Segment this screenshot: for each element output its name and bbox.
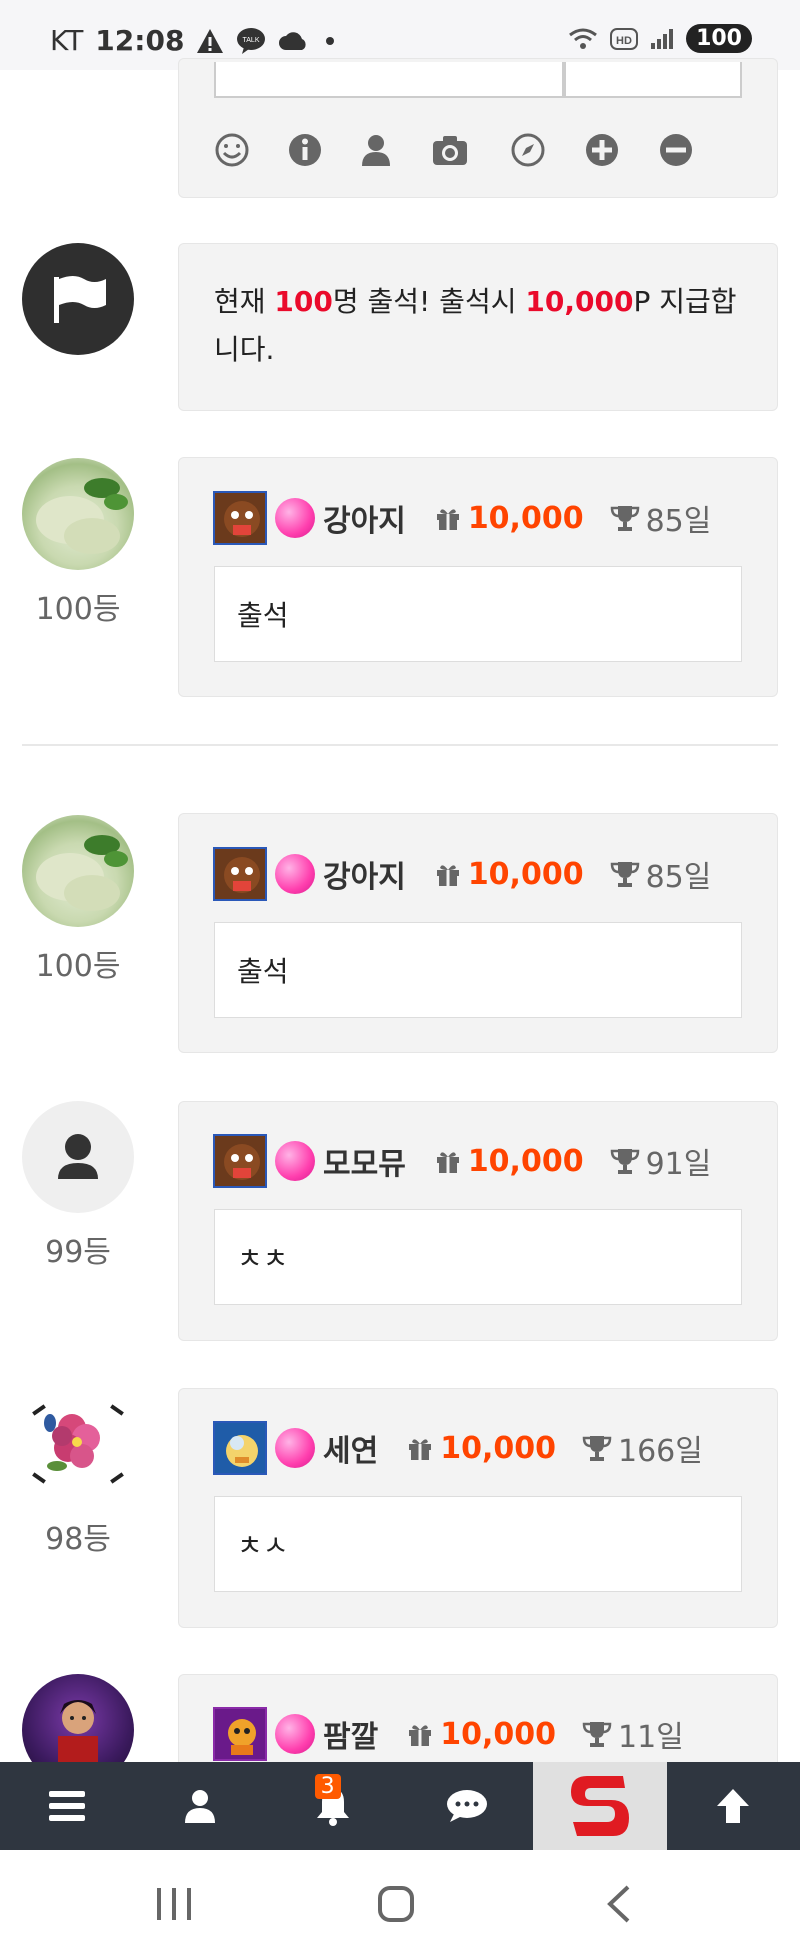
system-nav-bar (0, 1850, 800, 1956)
gift-icon (436, 865, 459, 886)
minus-circle-icon[interactable] (656, 130, 696, 170)
carrier-label: KT (50, 24, 84, 57)
plus-circle-icon[interactable] (582, 130, 622, 170)
grade-orb-icon (275, 854, 315, 894)
chat-icon (446, 1790, 487, 1822)
compass-icon[interactable] (508, 130, 548, 170)
points: 10,000 (440, 1716, 556, 1752)
points: 10,000 (467, 856, 584, 892)
comment-submit-area[interactable] (564, 62, 742, 98)
points: 10,000 (467, 1143, 584, 1179)
user-icon (58, 1134, 98, 1179)
attendance-days: 166일 (617, 1434, 703, 1469)
grade-orb-icon (275, 1428, 315, 1468)
gift-icon (436, 1152, 459, 1173)
attendance-message: 출석 (214, 922, 742, 1018)
entry-meta: 세연 10,000 166일 (213, 1418, 703, 1478)
arrow-up-icon (717, 1789, 750, 1823)
rank-label: 100등 (35, 949, 121, 984)
trophy-icon (582, 1436, 612, 1461)
svg-text:TALK: TALK (243, 37, 260, 44)
grade-orb-icon (275, 498, 315, 538)
talk-icon: TALK (237, 27, 266, 54)
member-avatar[interactable] (22, 815, 134, 927)
attendance-days: 11일 (617, 1720, 684, 1755)
attendance-days: 85일 (645, 504, 712, 539)
rank-label: 100등 (35, 592, 121, 627)
menu-button[interactable] (0, 1762, 133, 1850)
notification-badge: 3 (314, 1774, 341, 1799)
grade-orb-icon (275, 1714, 315, 1754)
attendance-days: 85일 (645, 860, 712, 895)
level-badge (213, 1707, 267, 1761)
gift-icon (409, 1439, 432, 1460)
attendance-days: 91일 (645, 1147, 712, 1182)
flag-icon (54, 276, 106, 323)
level-badge (213, 1421, 267, 1475)
nickname[interactable]: 강아지 (323, 496, 406, 540)
member-avatar[interactable] (22, 1388, 134, 1500)
warning-icon (197, 28, 224, 53)
nickname[interactable]: 세연 (323, 1426, 378, 1470)
rank-label: 99등 (45, 1235, 111, 1270)
scroll-top-button[interactable] (667, 1762, 800, 1850)
info-icon[interactable] (285, 130, 325, 170)
dot-icon (326, 36, 335, 45)
rank-label: 98등 (45, 1522, 111, 1557)
signal-icon (651, 28, 674, 49)
entry-meta: 모모뮤 10,000 91일 (213, 1131, 711, 1191)
camera-icon[interactable] (430, 130, 470, 170)
grade-orb-icon (275, 1141, 315, 1181)
attendance-message: ㅊㅅ (214, 1496, 742, 1592)
smile-icon[interactable] (212, 130, 252, 170)
notifications-button[interactable]: 3 (267, 1762, 400, 1850)
gift-icon (436, 509, 459, 530)
profile-button[interactable] (133, 1762, 266, 1850)
nickname[interactable]: 강아지 (323, 852, 406, 896)
cloud-icon (279, 31, 307, 50)
flag-avatar (22, 243, 134, 355)
back-icon[interactable] (604, 1884, 634, 1924)
home-icon[interactable] (376, 1884, 416, 1924)
svg-text:HD: HD (616, 35, 632, 47)
trophy-icon (610, 506, 639, 531)
trophy-icon (610, 862, 639, 887)
nickname[interactable]: 모모뮤 (323, 1139, 406, 1183)
member-avatar[interactable] (22, 458, 134, 570)
level-badge (213, 491, 267, 545)
bottom-nav-bar: 3 (0, 1762, 800, 1850)
hamburger-icon (48, 1791, 85, 1821)
clock: 12:08 (95, 24, 185, 57)
entry-meta: 팜깔 10,000 11일 (213, 1704, 684, 1764)
site-logo-button[interactable] (533, 1762, 667, 1850)
attendance-message: ㅊㅊ (214, 1209, 742, 1305)
nickname[interactable]: 팜깔 (323, 1712, 378, 1756)
comment-textarea[interactable] (214, 62, 564, 98)
entry-meta: 강아지 10,000 85일 (213, 844, 711, 904)
chat-button[interactable] (400, 1762, 533, 1850)
attendance-message: 출석 (214, 566, 742, 662)
points: 10,000 (467, 500, 584, 536)
wifi-icon (569, 28, 597, 49)
hd-icon: HD (610, 27, 639, 50)
default-user-avatar[interactable] (22, 1101, 134, 1213)
level-badge (213, 847, 267, 901)
recent-apps-icon[interactable] (154, 1886, 194, 1922)
entry-meta: 강아지 10,000 85일 (213, 488, 711, 548)
battery-indicator: 100 (686, 24, 752, 53)
gift-icon (409, 1725, 432, 1746)
user-icon (184, 1790, 215, 1823)
user-icon[interactable] (356, 130, 396, 170)
trophy-icon (610, 1149, 639, 1174)
section-divider (22, 744, 778, 746)
site-logo-icon (570, 1776, 629, 1836)
notice-message: 현재 100명 출석! 출석시 10,000P 지급합 니다. (214, 285, 737, 366)
points: 10,000 (440, 1430, 556, 1466)
level-badge (213, 1134, 267, 1188)
trophy-icon (582, 1722, 612, 1747)
